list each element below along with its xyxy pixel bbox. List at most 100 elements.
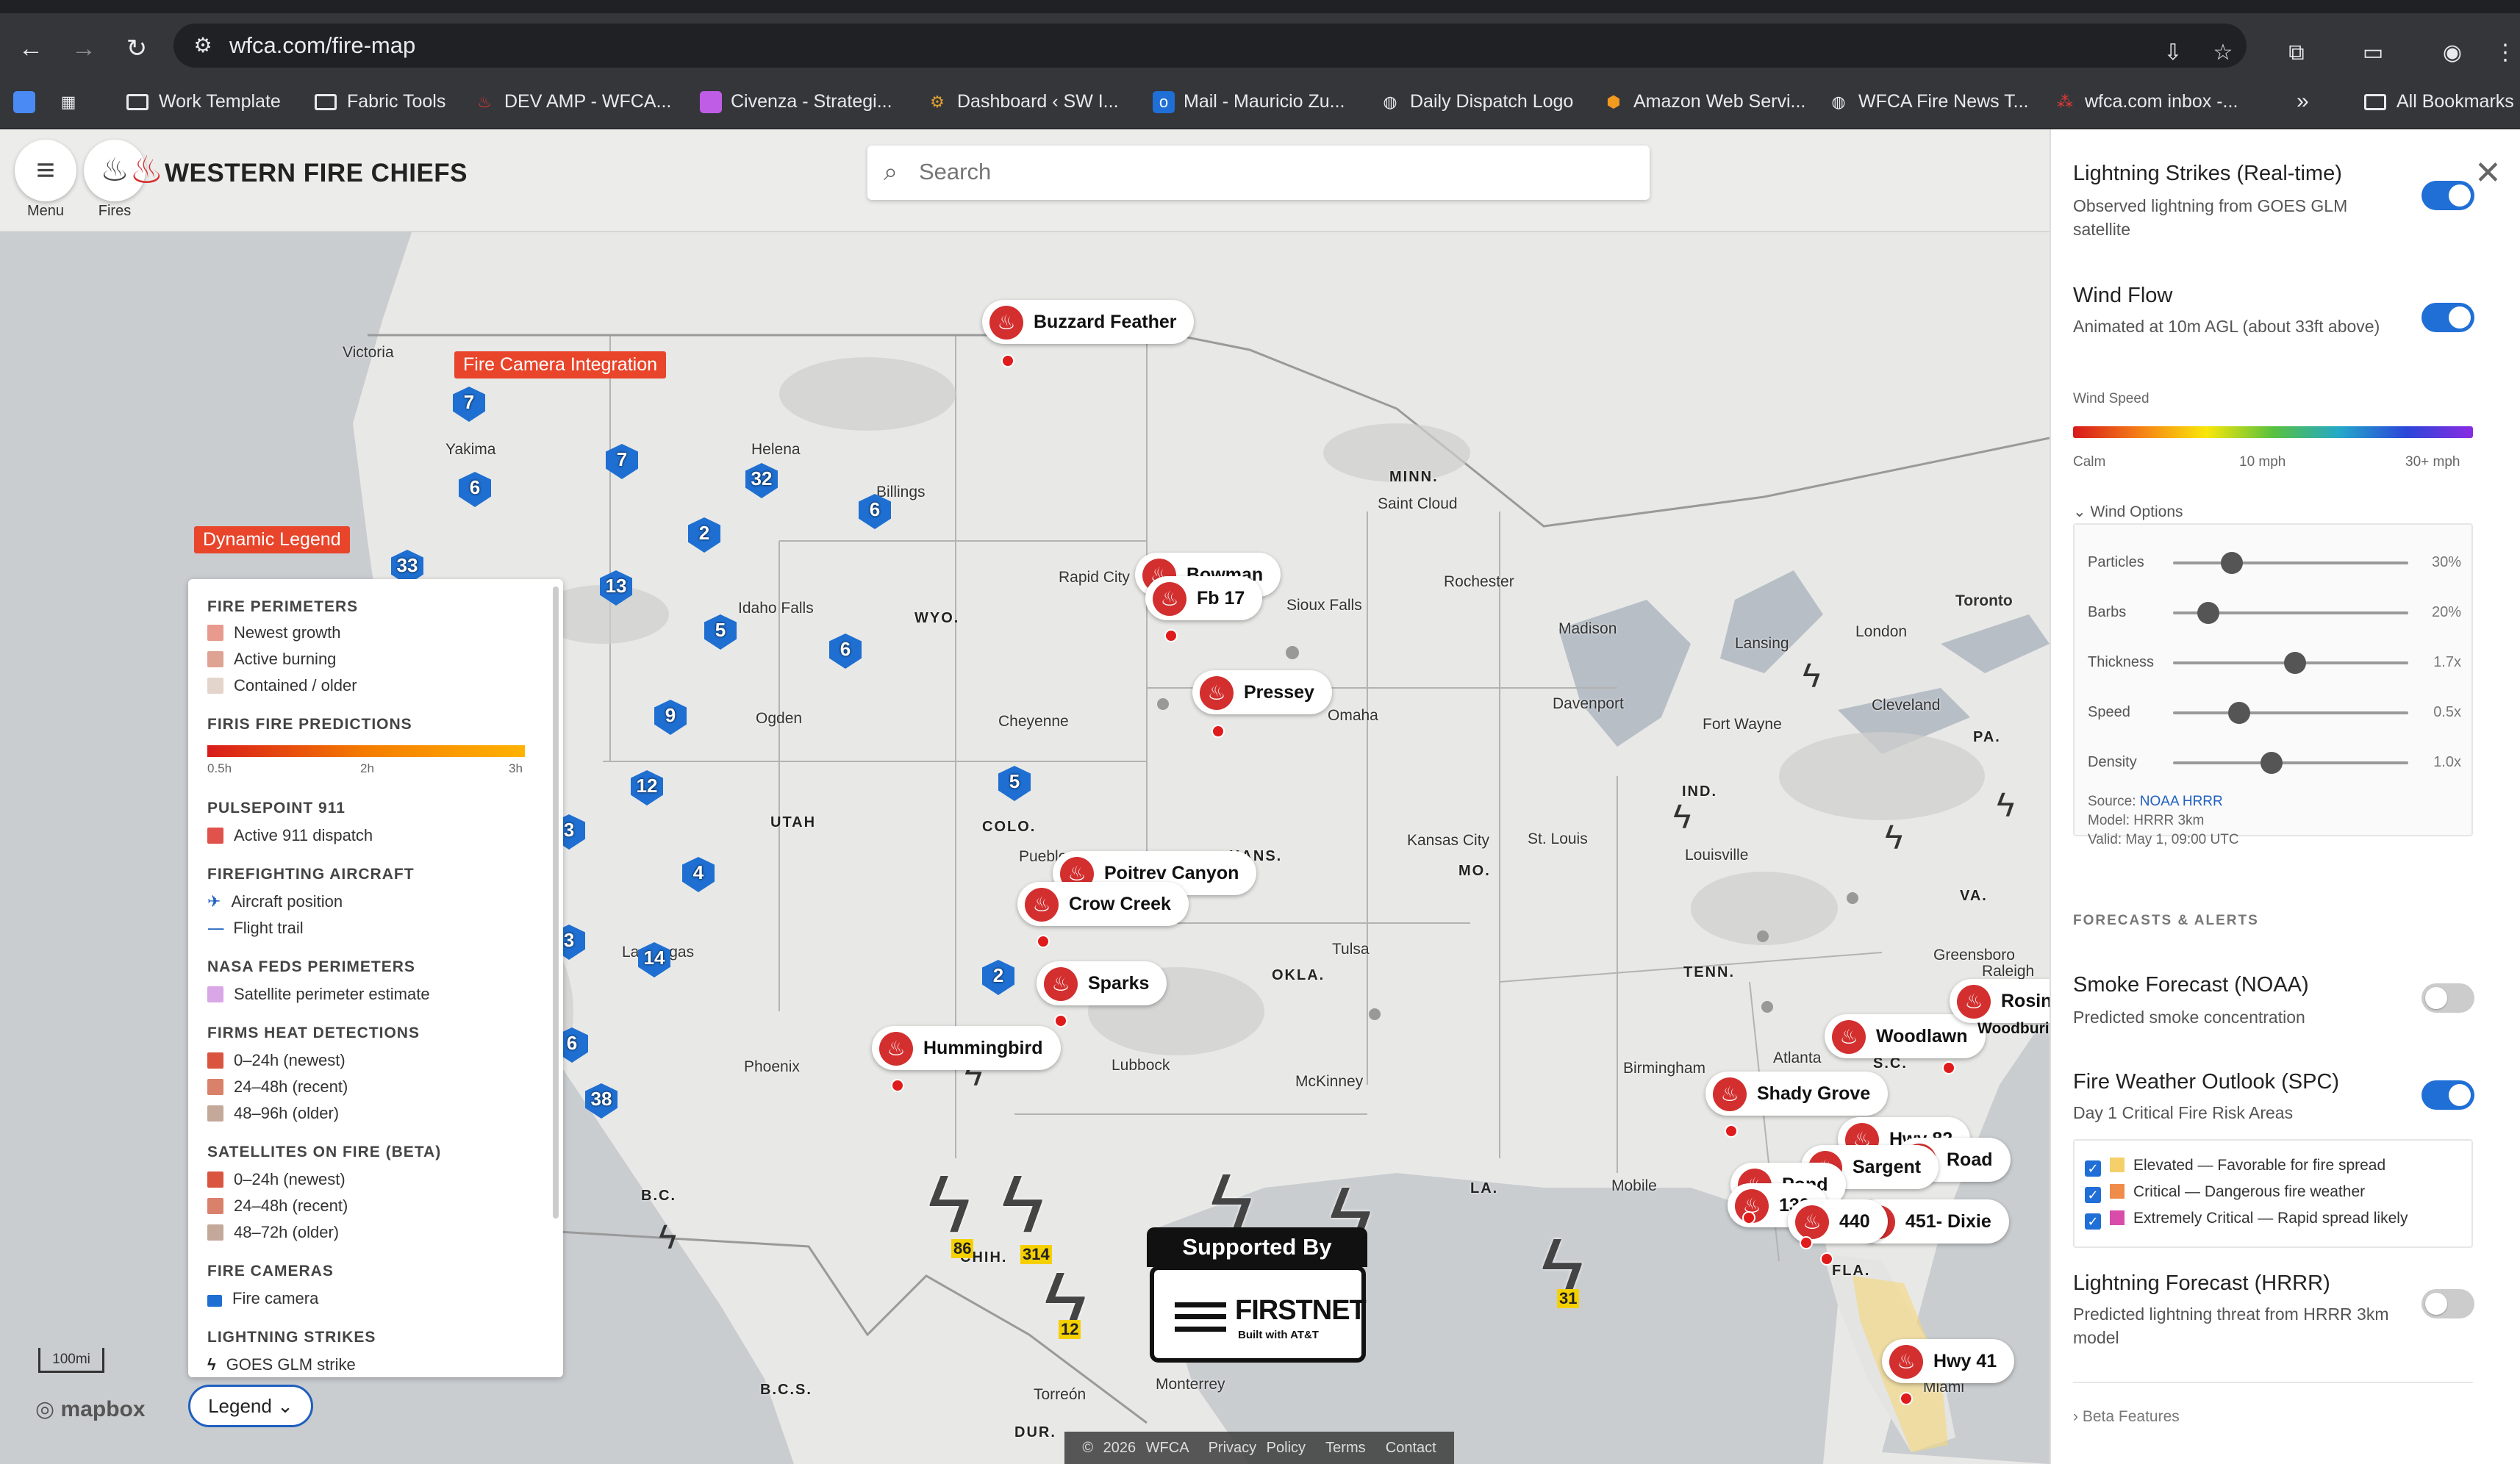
mapbox-logo[interactable]: ◎ mapbox	[35, 1396, 146, 1422]
bookmark-wfca-inbox[interactable]: ⁂ wfca.com inbox -...	[2054, 88, 2238, 115]
legend-toggle-button[interactable]: Legend ⌄	[188, 1385, 313, 1427]
fire-camera-marker[interactable]: 14	[638, 942, 670, 977]
bookmark-daily-dispatch[interactable]: ◍ Daily Dispatch Logo	[1379, 88, 1573, 115]
profile-avatar-icon[interactable]: ◉	[2438, 38, 2467, 68]
particles-slider-knob[interactable]	[2221, 552, 2243, 574]
extensions-icon[interactable]: ⧉	[2282, 38, 2311, 68]
apps-square-icon[interactable]	[13, 88, 44, 115]
fire-camera-marker[interactable]: 7	[453, 387, 485, 422]
fire-marker-hwy-41[interactable]: ♨ Hwy 41	[1882, 1339, 2015, 1383]
wind-toggle[interactable]	[2421, 303, 2474, 332]
site-settings-icon[interactable]: ⚙	[190, 32, 216, 59]
beta-features-toggle[interactable]: › Beta Features	[2073, 1408, 2180, 1426]
search-box[interactable]: ⌕	[867, 146, 1650, 200]
address-bar[interactable]: ⚙ wfca.com/fire-map	[173, 24, 2247, 68]
fire-location-dot[interactable]	[1800, 1236, 1813, 1249]
bookmark-civenza[interactable]: Civenza - Strategi...	[700, 88, 892, 115]
fire-weather-toggle[interactable]	[2421, 1080, 2474, 1110]
tab-search-icon[interactable]: ▭	[2358, 38, 2388, 68]
fire-location-dot[interactable]	[1742, 1211, 1755, 1224]
bookmark-fabric-tools[interactable]: Fabric Tools	[315, 88, 445, 115]
forward-icon[interactable]: →	[66, 31, 101, 66]
fire-marker-sparks[interactable]: ♨ Sparks	[1037, 961, 1167, 1005]
legend-scrollbar[interactable]	[553, 586, 559, 1219]
lightning-cluster-icon[interactable]: ϟ	[928, 1164, 970, 1245]
fire-location-dot[interactable]	[1054, 1014, 1067, 1027]
bookmark-aws[interactable]: ⬢ Amazon Web Servi...	[1603, 88, 1805, 115]
fire-marker-hummingbird[interactable]: ♨ Hummingbird	[872, 1026, 1061, 1070]
bookmark-work-template[interactable]: Work Template	[126, 88, 281, 115]
barbs-slider-knob[interactable]	[2197, 602, 2219, 624]
fire-map[interactable]: ≡ Menu ♨ Fires ♨WESTERN FIRE CHIEFS ⌕ Fi…	[0, 129, 2050, 1464]
fire-marker-crow-creek[interactable]: ♨ Crow Creek	[1017, 882, 1189, 926]
reload-icon[interactable]: ↻	[119, 31, 154, 66]
firstnet-logo[interactable]: FIRSTNET Built with AT&T	[1150, 1266, 1367, 1363]
fire-location-dot[interactable]	[1001, 354, 1014, 367]
fire-location-dot[interactable]	[1900, 1392, 1913, 1405]
lightning-cluster-icon[interactable]: ϟ	[1001, 1164, 1044, 1245]
fire-location-dot[interactable]	[1942, 1061, 1955, 1074]
speed-slider[interactable]	[2173, 711, 2408, 714]
all-bookmarks-button[interactable]: All Bookmarks	[2364, 88, 2514, 115]
lightning-toggle[interactable]	[2421, 181, 2474, 210]
lightning-forecast-toggle[interactable]	[2421, 1289, 2474, 1318]
bookmark-dashboard[interactable]: ⚙ Dashboard ‹ SW I...	[926, 88, 1118, 115]
install-app-icon[interactable]: ⇩	[2158, 38, 2188, 68]
menu-icon[interactable]: ≡	[15, 140, 76, 201]
bookmark-mail[interactable]: o Mail - Mauricio Zu...	[1153, 88, 1345, 115]
url-text[interactable]: wfca.com/fire-map	[229, 33, 415, 58]
legend-panel[interactable]: FIRE PERIMETERS Newest growth Active bur…	[188, 579, 563, 1377]
fire-location-dot[interactable]	[891, 1079, 904, 1092]
fire-marker-rosin[interactable]: ♨ Rosin	[1950, 979, 2050, 1023]
lightning-icon[interactable]: ϟ	[1673, 800, 1691, 833]
critical-checkbox[interactable]: ✓ Critical — Dangerous fire weather	[2085, 1183, 2365, 1203]
fire-camera-marker[interactable]: 6	[459, 472, 491, 507]
smoke-toggle[interactable]	[2421, 983, 2474, 1013]
brand-logo[interactable]: ♨ WESTERN FIRE CHIEFS	[129, 149, 468, 192]
fire-camera-marker[interactable]: 9	[654, 700, 687, 735]
fire-marker-shady-grove[interactable]: ♨ Shady Grove	[1705, 1072, 1889, 1116]
fire-camera-marker[interactable]: 2	[982, 960, 1014, 995]
privacy-link[interactable]: Privacy Policy	[1209, 1440, 1306, 1456]
fire-camera-marker[interactable]: 6	[829, 634, 862, 669]
particles-slider[interactable]	[2173, 561, 2408, 564]
fire-camera-marker[interactable]: 13	[600, 570, 632, 606]
speed-slider-knob[interactable]	[2227, 702, 2250, 724]
fire-marker-pressey[interactable]: ♨ Pressey	[1192, 670, 1332, 714]
terms-link[interactable]: Terms	[1325, 1440, 1365, 1456]
fire-camera-marker[interactable]: 5	[998, 766, 1031, 801]
density-slider-knob[interactable]	[2261, 752, 2283, 774]
fire-camera-marker[interactable]: 7	[606, 444, 638, 479]
lightning-icon[interactable]: ϟ	[1803, 659, 1820, 692]
fire-camera-marker[interactable]: 38	[585, 1083, 618, 1119]
fire-marker-woodlawn[interactable]: ♨ Woodlawn	[1825, 1014, 1986, 1058]
fire-marker-buzzard-feather[interactable]: ♨ Buzzard Feather	[982, 300, 1195, 344]
fire-camera-marker[interactable]: 32	[745, 463, 778, 498]
thickness-slider-knob[interactable]	[2284, 652, 2307, 674]
bookmark-dev-amp[interactable]: ♨ DEV AMP - WFCA...	[473, 88, 671, 115]
fire-location-dot[interactable]	[1164, 629, 1178, 642]
fire-location-dot[interactable]	[1820, 1252, 1833, 1266]
lightning-icon[interactable]: ϟ	[659, 1220, 676, 1254]
lightning-icon[interactable]: ϟ	[1885, 820, 1902, 854]
fire-camera-marker[interactable]: 12	[631, 770, 663, 805]
bookmark-star-icon[interactable]: ☆	[2208, 38, 2238, 68]
fire-camera-marker[interactable]: 5	[704, 614, 737, 650]
extremely-critical-checkbox[interactable]: ✓ Extremely Critical — Rapid spread likel…	[2085, 1210, 2408, 1230]
apps-grid-icon[interactable]: ▦	[57, 88, 88, 115]
fire-camera-marker[interactable]: 6	[859, 494, 891, 529]
elevated-checkbox[interactable]: ✓ Elevated — Favorable for fire spread	[2085, 1157, 2385, 1177]
more-bookmarks-button[interactable]: »	[2297, 88, 2309, 115]
search-input[interactable]	[919, 157, 1625, 187]
fire-camera-marker[interactable]: 2	[688, 517, 720, 553]
fire-location-dot[interactable]	[1037, 935, 1050, 948]
close-icon[interactable]: ✕	[2474, 157, 2502, 190]
fire-camera-marker[interactable]: 4	[682, 857, 715, 892]
fire-marker-woodburi[interactable]: Woodburi	[1977, 1020, 2050, 1038]
lightning-icon[interactable]: ϟ	[1997, 788, 2014, 822]
fire-marker-fb-17[interactable]: ♨ Fb 17	[1145, 576, 1263, 620]
wind-options-toggle[interactable]: ⌄ Wind Options	[2073, 503, 2183, 521]
fire-location-dot[interactable]	[1725, 1124, 1738, 1138]
contact-link[interactable]: Contact	[1386, 1440, 1436, 1456]
density-slider[interactable]	[2173, 761, 2408, 764]
